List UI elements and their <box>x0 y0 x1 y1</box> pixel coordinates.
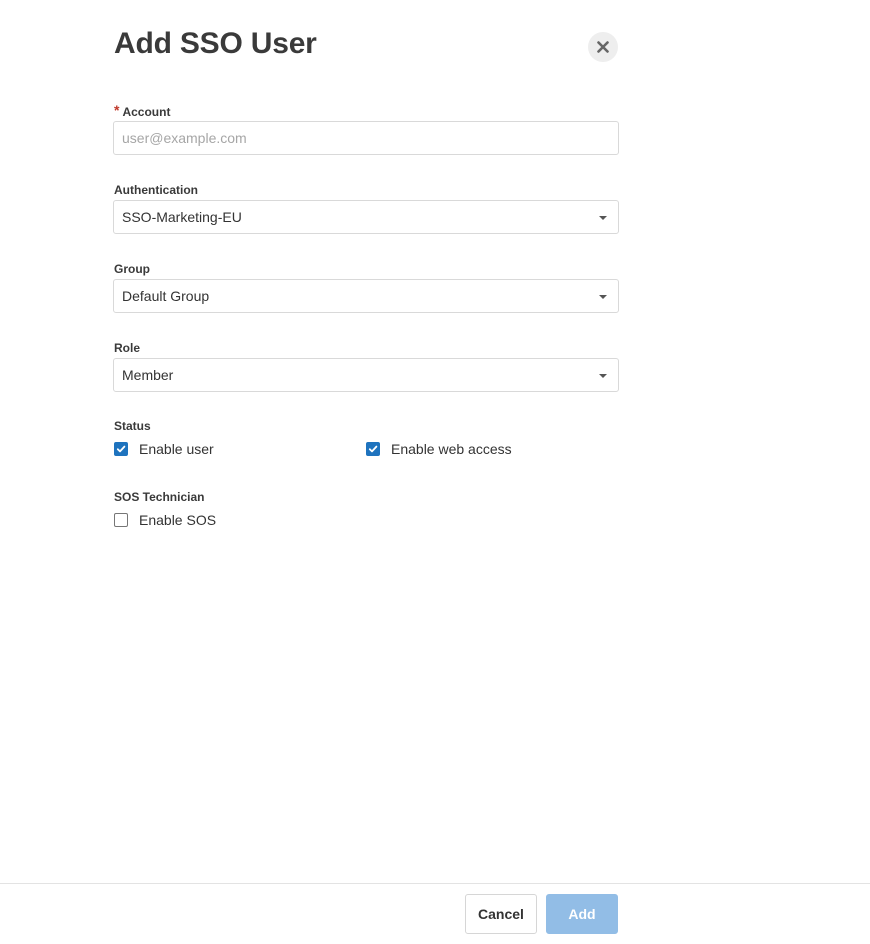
group-selected-value: Default Group <box>122 288 210 304</box>
add-button[interactable]: Add <box>546 894 618 934</box>
caret-down-icon <box>599 374 607 378</box>
status-label: Status <box>114 419 151 433</box>
role-selected-value: Member <box>122 367 174 383</box>
enable-user-checkbox-box[interactable] <box>114 442 128 456</box>
account-label: * Account <box>114 102 171 119</box>
check-icon <box>116 445 126 453</box>
enable-web-access-checkbox[interactable]: Enable web access <box>366 441 512 457</box>
close-button[interactable] <box>588 32 618 62</box>
check-icon <box>368 445 378 453</box>
authentication-selected-value: SSO-Marketing-EU <box>122 209 242 225</box>
enable-user-label: Enable user <box>139 441 214 457</box>
enable-sos-checkbox[interactable]: Enable SOS <box>114 512 216 528</box>
group-select[interactable]: Default Group <box>113 279 619 313</box>
sos-technician-label: SOS Technician <box>114 490 205 504</box>
close-icon <box>597 41 609 53</box>
group-label: Group <box>114 262 150 276</box>
authentication-select[interactable]: SSO-Marketing-EU <box>113 200 619 234</box>
enable-sos-label: Enable SOS <box>139 512 217 528</box>
caret-down-icon <box>599 216 607 220</box>
required-marker: * <box>114 102 120 118</box>
role-select[interactable]: Member <box>113 358 619 392</box>
role-label: Role <box>114 341 141 355</box>
enable-user-checkbox[interactable]: Enable user <box>114 441 214 457</box>
authentication-label: Authentication <box>114 183 198 197</box>
dialog-title: Add SSO User <box>114 27 317 60</box>
caret-down-icon <box>599 295 607 299</box>
account-input[interactable] <box>113 121 619 155</box>
enable-web-access-label: Enable web access <box>391 441 512 457</box>
account-label-text: Account <box>122 105 171 119</box>
enable-sos-checkbox-box[interactable] <box>114 513 128 527</box>
enable-web-access-checkbox-box[interactable] <box>366 442 380 456</box>
cancel-button[interactable]: Cancel <box>465 894 537 934</box>
footer-divider <box>0 883 870 884</box>
add-sso-user-dialog: Add SSO User *Account Authentication SSO… <box>0 0 870 944</box>
